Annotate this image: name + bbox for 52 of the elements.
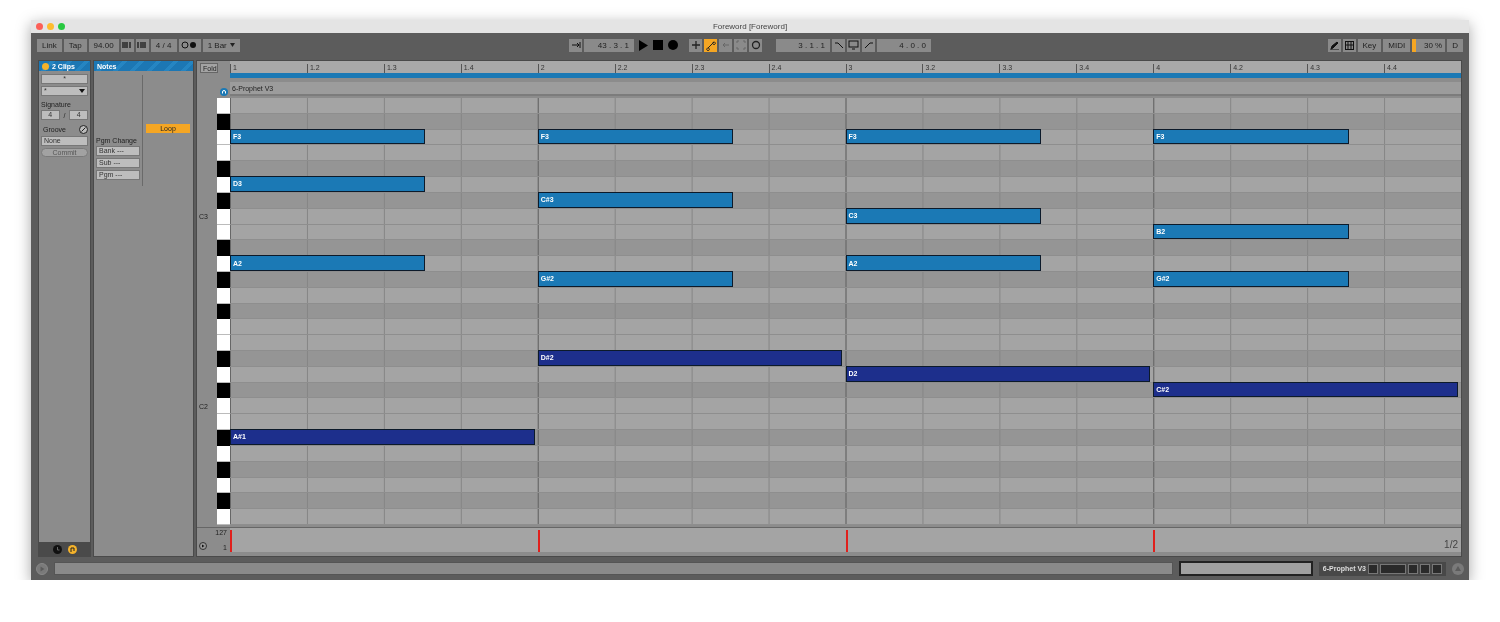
clock-icon[interactable]: [52, 544, 62, 554]
note-icon[interactable]: [67, 544, 77, 554]
loop-start-field[interactable]: 3 . 1 . 1: [776, 38, 830, 52]
device-button[interactable]: [1432, 563, 1442, 574]
drive-button[interactable]: D: [1447, 38, 1463, 52]
pencil-icon[interactable]: [1327, 38, 1341, 52]
piano-key[interactable]: [217, 145, 230, 162]
link-button[interactable]: Link: [37, 38, 62, 52]
close-button[interactable]: [36, 23, 43, 30]
device-button[interactable]: [1420, 563, 1430, 574]
device-button[interactable]: [1368, 563, 1378, 574]
punch-in-icon[interactable]: [832, 38, 845, 52]
nudge-down-icon[interactable]: [120, 38, 134, 52]
velocity-stem[interactable]: [1153, 530, 1156, 552]
plus-icon[interactable]: [689, 38, 702, 52]
window-title: Foreword [Foreword]: [712, 22, 788, 31]
piano-key[interactable]: [217, 161, 230, 178]
piano-key[interactable]: [217, 240, 230, 257]
piano-key[interactable]: [217, 493, 230, 510]
record-button[interactable]: [666, 38, 679, 52]
zoom-button[interactable]: [58, 23, 65, 30]
clip-color-dot: [42, 62, 49, 70]
quantize-dropdown[interactable]: 1 Bar: [202, 38, 240, 52]
stop-button[interactable]: [651, 38, 664, 52]
nudge-up-icon[interactable]: [135, 38, 149, 52]
velocity-stem[interactable]: [845, 530, 848, 552]
chain-link-icon[interactable]: [704, 38, 717, 52]
punch-out-icon[interactable]: [862, 38, 875, 52]
groove-hot-swap-icon[interactable]: [79, 125, 88, 134]
time-signature-field[interactable]: 4 / 4: [150, 38, 177, 52]
velocity-stem[interactable]: [537, 530, 540, 552]
midi-map-button[interactable]: MIDI: [1383, 38, 1411, 52]
follow-icon[interactable]: [569, 38, 582, 52]
tap-button[interactable]: Tap: [63, 38, 87, 52]
play-button[interactable]: [636, 38, 649, 52]
device-button[interactable]: [1408, 563, 1418, 574]
circle-icon[interactable]: [749, 38, 762, 52]
preview-icon[interactable]: [220, 88, 228, 96]
keyboard-icon[interactable]: [1342, 38, 1356, 52]
metronome-icon[interactable]: [178, 38, 201, 52]
piano-key[interactable]: [217, 414, 230, 431]
key-map-button[interactable]: Key: [1357, 38, 1382, 52]
loop-length-field[interactable]: 4 . 0 . 0: [877, 38, 931, 52]
device-button[interactable]: [1380, 563, 1406, 574]
page-indicator: 1/2: [1444, 539, 1458, 550]
loop-icon[interactable]: [847, 38, 860, 52]
position-field[interactable]: 43 . 3 . 1: [584, 38, 634, 52]
cpu-reading: 30 %: [1424, 40, 1443, 50]
caret-icon: [79, 89, 85, 93]
caret-icon: [229, 43, 235, 47]
play-icon[interactable]: [199, 542, 207, 550]
tempo-field[interactable]: 94.00: [88, 38, 119, 52]
